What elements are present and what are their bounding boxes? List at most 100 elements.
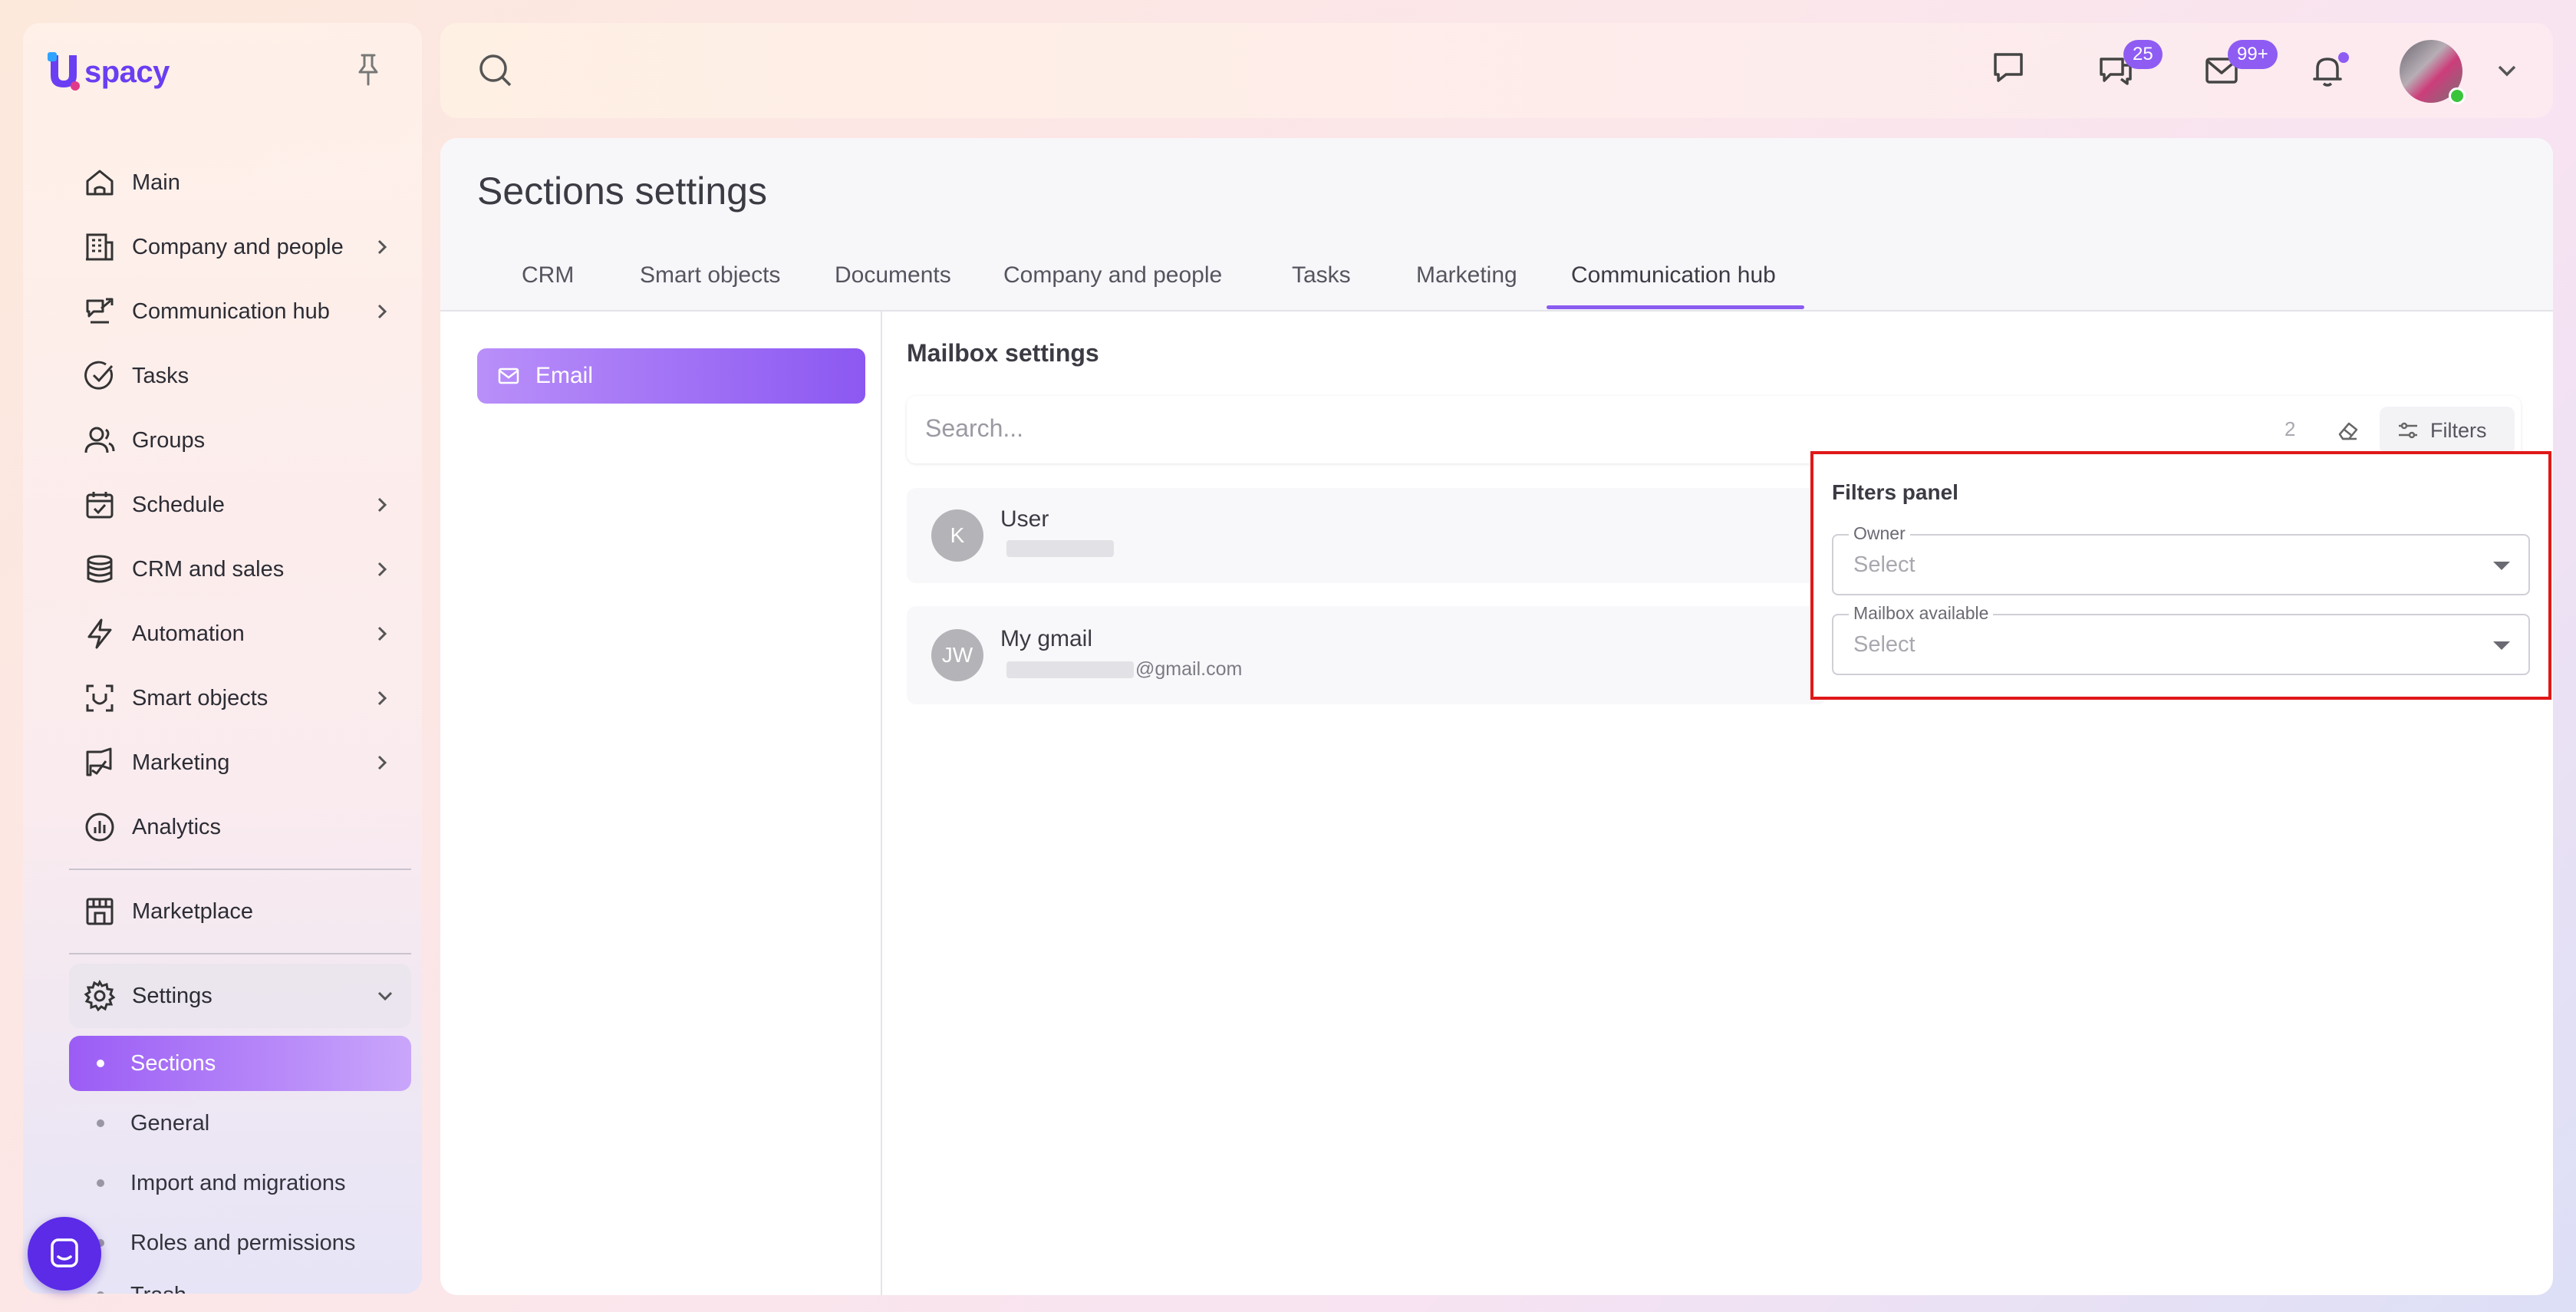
tab-documents[interactable]: Documents: [835, 262, 951, 312]
sidebar-subitem-general[interactable]: General: [69, 1096, 411, 1151]
page-title: Sections settings: [477, 170, 767, 213]
sidebar-item-label: Groups: [132, 427, 206, 453]
owner-label: Owner: [1849, 523, 1910, 544]
section-email-label: Email: [535, 363, 594, 388]
chat-badge: 25: [2123, 40, 2163, 69]
sidebar-item-automation[interactable]: Automation: [46, 602, 408, 666]
sidebar-item-label: Company and people: [132, 234, 344, 259]
filters-panel-title: Filters panel: [1832, 480, 1958, 504]
bullet-dot: [97, 1291, 104, 1294]
main-panel: Sections settings CRM Smart objects Docu…: [440, 138, 2553, 1295]
sidebar-subitem-label: Roles and permissions: [130, 1230, 356, 1255]
page-header: Sections settings CRM Smart objects Docu…: [440, 138, 2553, 312]
users-icon: [81, 422, 118, 459]
sidebar-divider: [69, 953, 411, 954]
eraser-icon[interactable]: [2329, 411, 2367, 450]
avatar: JW: [931, 629, 983, 681]
search-input[interactable]: Search...: [925, 414, 1023, 443]
chevron-down-icon: [377, 991, 393, 1001]
mailbox-name: User: [1000, 506, 1049, 532]
sidebar: spacy Main Company and people Communicat…: [23, 23, 422, 1294]
sidebar-subitem-import[interactable]: Import and migrations: [69, 1155, 411, 1211]
mailbox-available-select[interactable]: Mailbox available Select: [1832, 603, 2530, 675]
filters-button[interactable]: Filters: [2380, 407, 2515, 454]
logo[interactable]: spacy: [46, 51, 170, 94]
sidebar-item-smart-objects[interactable]: Smart objects: [46, 666, 408, 730]
sidebar-item-label: Settings: [132, 983, 212, 1008]
owner-select[interactable]: Owner Select: [1832, 523, 2530, 595]
gear-icon: [81, 977, 118, 1014]
sidebar-item-label: Communication hub: [132, 298, 330, 324]
section-email-button[interactable]: Email: [477, 348, 865, 404]
sidebar-subitem-label: Import and migrations: [130, 1170, 346, 1195]
results-count: 2: [2284, 417, 2296, 440]
sidebar-subitem-sections[interactable]: Sections: [69, 1036, 411, 1091]
tab-tasks[interactable]: Tasks: [1292, 262, 1351, 312]
filters-panel: Filters panel Owner Select Mailbox avail…: [1810, 451, 2551, 700]
sidebar-item-label: Automation: [132, 621, 245, 646]
caret-down-icon: [2493, 641, 2510, 650]
notification-dot: [2338, 52, 2349, 63]
chat-hub-icon: [81, 293, 118, 330]
sidebar-divider: [69, 869, 411, 870]
sidebar-item-crm-and-sales[interactable]: CRM and sales: [46, 537, 408, 602]
avatar: K: [931, 509, 983, 562]
chevron-right-icon: [377, 755, 387, 770]
tab-communication-hub[interactable]: Communication hub: [1571, 262, 1776, 312]
sidebar-subitem-roles[interactable]: Roles and permissions: [69, 1215, 411, 1271]
mailbox-name: My gmail: [1000, 626, 1093, 651]
database-icon: [81, 551, 118, 588]
megaphone-icon: [81, 744, 118, 781]
sidebar-item-label: Smart objects: [132, 685, 268, 710]
sidebar-item-label: Analytics: [132, 814, 222, 839]
logo-mark-icon: [46, 52, 81, 92]
mail-icon: [498, 368, 519, 384]
sidebar-item-label: Tasks: [132, 363, 189, 388]
mailbox-email: @gmail.com: [1135, 658, 1243, 680]
check-circle-icon: [81, 358, 118, 394]
sidebar-item-tasks[interactable]: Tasks: [46, 344, 408, 408]
chevron-right-icon: [377, 562, 387, 577]
sidebar-item-marketing[interactable]: Marketing: [46, 730, 408, 795]
sidebar-item-communication-hub[interactable]: Communication hub: [46, 279, 408, 344]
store-icon: [81, 893, 118, 930]
sidebar-item-company-and-people[interactable]: Company and people: [46, 215, 408, 279]
sidebar-item-label: Main: [132, 170, 180, 195]
chart-icon: [81, 809, 118, 846]
sidebar-item-label: Marketplace: [132, 898, 253, 924]
sidebar-item-groups[interactable]: Groups: [46, 408, 408, 473]
sidebar-subitem-label: General: [130, 1110, 210, 1136]
chevron-right-icon: [377, 497, 387, 513]
home-icon: [81, 164, 118, 201]
message-icon[interactable]: [1987, 46, 2030, 89]
sidebar-item-schedule[interactable]: Schedule: [46, 473, 408, 537]
list-item[interactable]: JW My gmail @gmail.com: [907, 606, 1827, 704]
tab-crm[interactable]: CRM: [522, 262, 574, 312]
sidebar-item-settings[interactable]: Settings: [69, 964, 411, 1028]
sidebar-item-main[interactable]: Main: [46, 150, 408, 215]
redacted-email: [1006, 661, 1134, 678]
mailbox-settings-title: Mailbox settings: [907, 339, 1099, 367]
topbar: 25 99+: [440, 23, 2553, 118]
list-item[interactable]: K User: [907, 488, 1827, 583]
sidebar-item-analytics[interactable]: Analytics: [46, 795, 408, 859]
bullet-dot: [97, 1060, 104, 1067]
online-status-dot: [2449, 87, 2466, 104]
chat-bubble-icon: [51, 1238, 78, 1267]
sliders-icon: [2399, 422, 2417, 439]
owner-value: Select: [1853, 552, 1916, 577]
pin-icon[interactable]: [353, 51, 384, 89]
sidebar-item-label: Marketing: [132, 750, 230, 775]
sidebar-item-marketplace[interactable]: Marketplace: [46, 879, 408, 944]
tab-company-and-people[interactable]: Company and people: [1003, 262, 1222, 312]
bullet-dot: [97, 1179, 104, 1187]
tab-marketing[interactable]: Marketing: [1416, 262, 1517, 312]
active-tab-indicator: [1547, 305, 1804, 309]
search-icon[interactable]: [474, 49, 517, 92]
mail-badge: 99+: [2228, 40, 2278, 69]
sidebar-subitem-trash[interactable]: Trash: [69, 1272, 411, 1294]
calendar-icon: [81, 486, 118, 523]
help-chat-button[interactable]: [28, 1217, 101, 1291]
chevron-down-icon[interactable]: [2485, 49, 2528, 92]
tab-smart-objects[interactable]: Smart objects: [640, 262, 780, 312]
